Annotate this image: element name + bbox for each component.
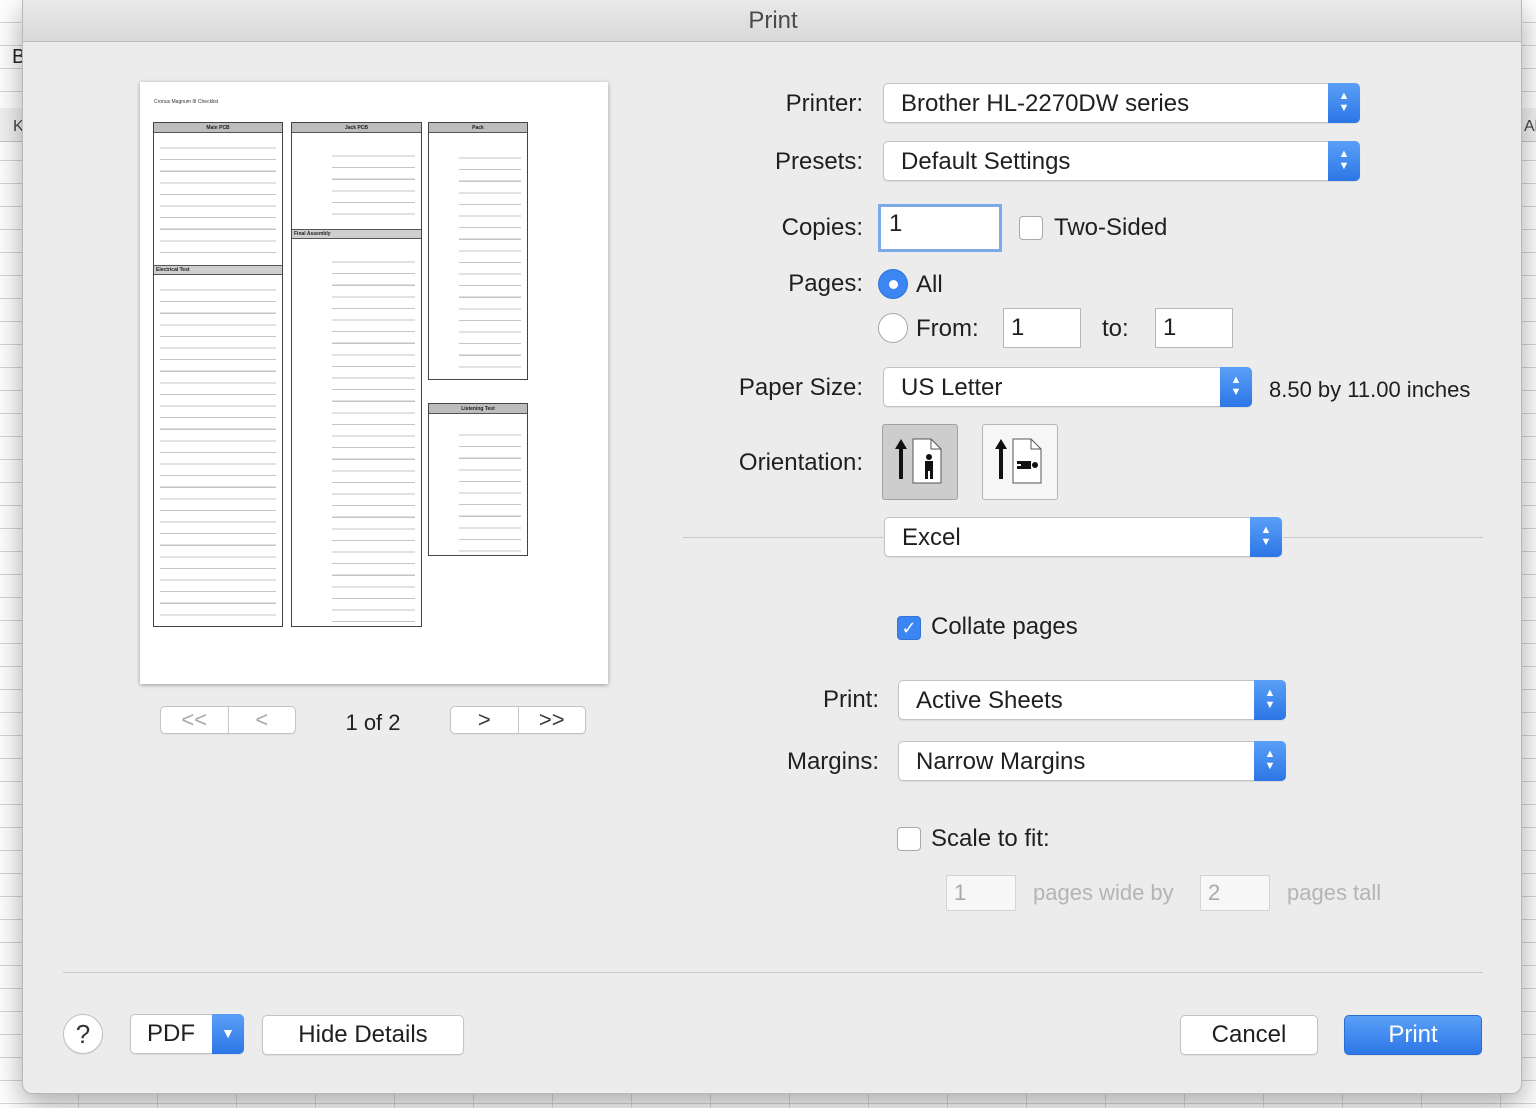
dialog-title: Print xyxy=(23,0,1521,42)
preview-box-heading: Listening Test xyxy=(429,404,527,414)
print-what-value: Active Sheets xyxy=(916,687,1063,714)
preview-subheading: Electrical Test xyxy=(154,265,282,275)
scale-wide-label: pages wide by xyxy=(1033,880,1174,905)
help-button[interactable]: ? xyxy=(63,1014,103,1054)
section-separator xyxy=(683,537,883,538)
section-value: Excel xyxy=(902,524,961,551)
preview-subheading: Final Assembly xyxy=(292,229,421,239)
cancel-button[interactable]: Cancel xyxy=(1180,1015,1318,1055)
print-dialog: Print Cronus Magnum III Checklist Main P… xyxy=(22,0,1522,1094)
margins-label: Margins: xyxy=(786,748,879,775)
scale-to-fit-label: Scale to fit: xyxy=(931,825,1050,852)
previous-page-button[interactable]: < xyxy=(227,707,296,733)
updown-chevron-icon: ▲ ▼ xyxy=(1254,741,1286,781)
preview-box-pack: Pack xyxy=(428,122,528,380)
preview-box-jack-pcb: Jack PCB Final Assembly xyxy=(291,122,422,627)
presets-value: Default Settings xyxy=(901,148,1071,175)
presets-select[interactable]: Default Settings ▲ ▼ xyxy=(883,141,1360,181)
orientation-label: Orientation: xyxy=(738,449,863,476)
next-page-button[interactable]: > xyxy=(451,707,518,733)
preview-lines xyxy=(160,137,276,262)
printer-label: Printer: xyxy=(785,90,863,117)
first-page-button[interactable]: << xyxy=(161,707,228,733)
pages-all-label: All xyxy=(916,271,943,298)
printer-value: Brother HL-2270DW series xyxy=(901,90,1190,117)
preview-box-listening: Listening Test xyxy=(428,403,528,556)
scale-wide-input[interactable]: 1 xyxy=(946,875,1016,911)
background-column-label: Al xyxy=(1524,118,1536,135)
preview-doc-title: Cronus Magnum III Checklist xyxy=(154,99,219,105)
pages-to-label: to: xyxy=(1102,315,1129,342)
updown-chevron-icon: ▲ ▼ xyxy=(1250,517,1282,557)
two-sided-label: Two-Sided xyxy=(1054,214,1168,241)
pdf-label: PDF xyxy=(147,1020,195,1047)
scale-to-fit-checkbox[interactable] xyxy=(897,827,921,851)
preview-lines xyxy=(160,279,276,624)
paper-size-select[interactable]: US Letter ▲ ▼ xyxy=(883,367,1252,407)
print-preview: Cronus Magnum III Checklist Main PCB Ele… xyxy=(140,82,608,684)
copies-input[interactable]: 1 xyxy=(878,204,1002,252)
paper-size-value: US Letter xyxy=(901,374,1003,401)
footer-separator xyxy=(63,972,1483,973)
orientation-portrait-button[interactable] xyxy=(882,424,958,500)
presets-label: Presets: xyxy=(774,148,863,175)
chevron-down-icon: ▼ xyxy=(212,1014,244,1054)
preview-box-main-pcb: Main PCB Electrical Test xyxy=(153,122,283,627)
preview-box-heading: Jack PCB xyxy=(292,123,421,133)
updown-chevron-icon: ▲ ▼ xyxy=(1328,83,1360,123)
scale-tall-label: pages tall xyxy=(1287,880,1382,905)
last-page-button[interactable]: >> xyxy=(517,707,586,733)
collate-checkbox[interactable]: ✓ xyxy=(897,616,921,640)
preview-lines xyxy=(459,424,521,552)
pages-label: Pages: xyxy=(788,270,863,297)
hide-details-button[interactable]: Hide Details xyxy=(262,1015,464,1055)
section-select[interactable]: Excel ▲ ▼ xyxy=(884,517,1282,557)
preview-lines xyxy=(459,147,521,375)
two-sided-checkbox[interactable] xyxy=(1019,216,1043,240)
margins-select[interactable]: Narrow Margins ▲ ▼ xyxy=(898,741,1286,781)
preview-pager-back: << < xyxy=(160,706,296,734)
pages-to-input[interactable]: 1 xyxy=(1155,308,1233,348)
print-button[interactable]: Print xyxy=(1344,1015,1482,1055)
preview-pager-forward: > >> xyxy=(450,706,586,734)
margins-value: Narrow Margins xyxy=(916,748,1086,775)
collate-label: Collate pages xyxy=(931,613,1078,640)
pages-from-label: From: xyxy=(916,315,979,342)
copies-label: Copies: xyxy=(781,214,863,241)
pages-range-radio[interactable] xyxy=(878,313,908,343)
preview-lines xyxy=(332,145,415,225)
preview-lines xyxy=(332,251,415,623)
updown-chevron-icon: ▲ ▼ xyxy=(1254,680,1286,720)
paper-dimensions: 8.50 by 11.00 inches xyxy=(1269,377,1471,402)
pages-all-radio[interactable] xyxy=(878,269,908,299)
pdf-menu-button[interactable]: PDF ▼ xyxy=(130,1014,244,1054)
paper-size-label: Paper Size: xyxy=(738,374,863,401)
landscape-orientation-icon xyxy=(995,438,1042,484)
portrait-orientation-icon xyxy=(895,438,942,484)
orientation-landscape-button[interactable] xyxy=(982,424,1058,500)
preview-box-heading: Main PCB xyxy=(154,123,282,133)
scale-tall-input[interactable]: 2 xyxy=(1200,875,1270,911)
page-counter: 1 of 2 xyxy=(345,710,401,735)
print-what-label: Print: xyxy=(822,686,879,713)
preview-box-heading: Pack xyxy=(429,123,527,133)
section-separator xyxy=(1283,537,1483,538)
printer-select[interactable]: Brother HL-2270DW series ▲ ▼ xyxy=(883,83,1360,123)
updown-chevron-icon: ▲ ▼ xyxy=(1220,367,1252,407)
updown-chevron-icon: ▲ ▼ xyxy=(1328,141,1360,181)
print-what-select[interactable]: Active Sheets ▲ ▼ xyxy=(898,680,1286,720)
pages-from-input[interactable]: 1 xyxy=(1003,308,1081,348)
